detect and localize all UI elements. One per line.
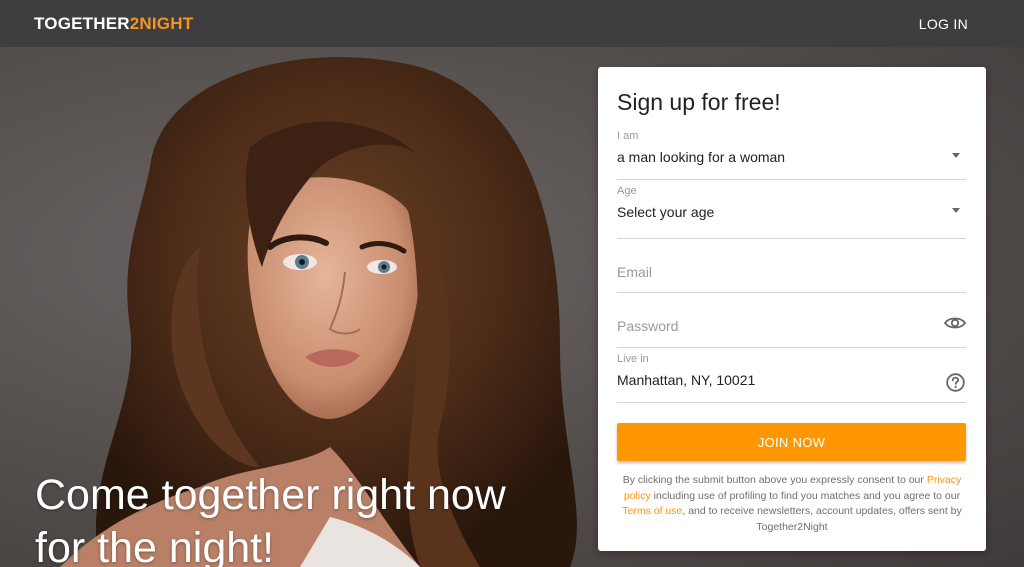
gender-preference-value: a man looking for a woman bbox=[617, 149, 786, 165]
location-value: Manhattan, NY, 10021 bbox=[617, 372, 756, 388]
login-link[interactable]: LOG IN bbox=[919, 16, 968, 32]
hero-headline-line2: for the night! bbox=[35, 524, 275, 567]
help-icon[interactable] bbox=[946, 373, 965, 392]
top-header: TOGETHER2NIGHT LOG IN bbox=[0, 0, 1024, 47]
logo-text-main: TOGETHER bbox=[34, 13, 130, 33]
location-label: Live in bbox=[617, 353, 649, 365]
consent-text-part2: including use of profiling to find you m… bbox=[653, 489, 961, 502]
eye-icon[interactable] bbox=[944, 316, 966, 330]
hero-headline-line1: Come together right now bbox=[35, 471, 506, 519]
signup-card: Sign up for free! I am a man looking for… bbox=[598, 67, 986, 551]
age-select[interactable]: Age Select your age bbox=[617, 185, 966, 239]
age-label: Age bbox=[617, 185, 637, 197]
hero-headline: Come together right now for the night! bbox=[35, 469, 595, 567]
chevron-down-icon bbox=[952, 153, 960, 158]
gender-preference-select[interactable]: I am a man looking for a woman bbox=[617, 130, 966, 180]
consent-text-part3: , and to receive newsletters, account up… bbox=[682, 505, 962, 533]
password-placeholder: Password bbox=[617, 318, 679, 334]
age-value: Select your age bbox=[617, 204, 715, 220]
chevron-down-icon bbox=[952, 208, 960, 213]
join-now-button[interactable]: JOIN NOW bbox=[617, 423, 966, 461]
terms-of-use-link[interactable]: Terms of use bbox=[622, 505, 682, 517]
logo-text-accent: 2NIGHT bbox=[129, 13, 194, 33]
password-field[interactable]: Password bbox=[617, 293, 966, 348]
email-placeholder: Email bbox=[617, 264, 653, 280]
email-field[interactable]: Email bbox=[617, 239, 966, 293]
site-logo[interactable]: TOGETHER2NIGHT bbox=[34, 14, 193, 34]
location-field[interactable]: Live in Manhattan, NY, 10021 bbox=[617, 348, 966, 403]
consent-text: By clicking the submit button above you … bbox=[617, 473, 967, 535]
gender-preference-label: I am bbox=[617, 130, 639, 142]
consent-text-part1: By clicking the submit button above you … bbox=[622, 474, 924, 486]
signup-title: Sign up for free! bbox=[617, 89, 781, 115]
